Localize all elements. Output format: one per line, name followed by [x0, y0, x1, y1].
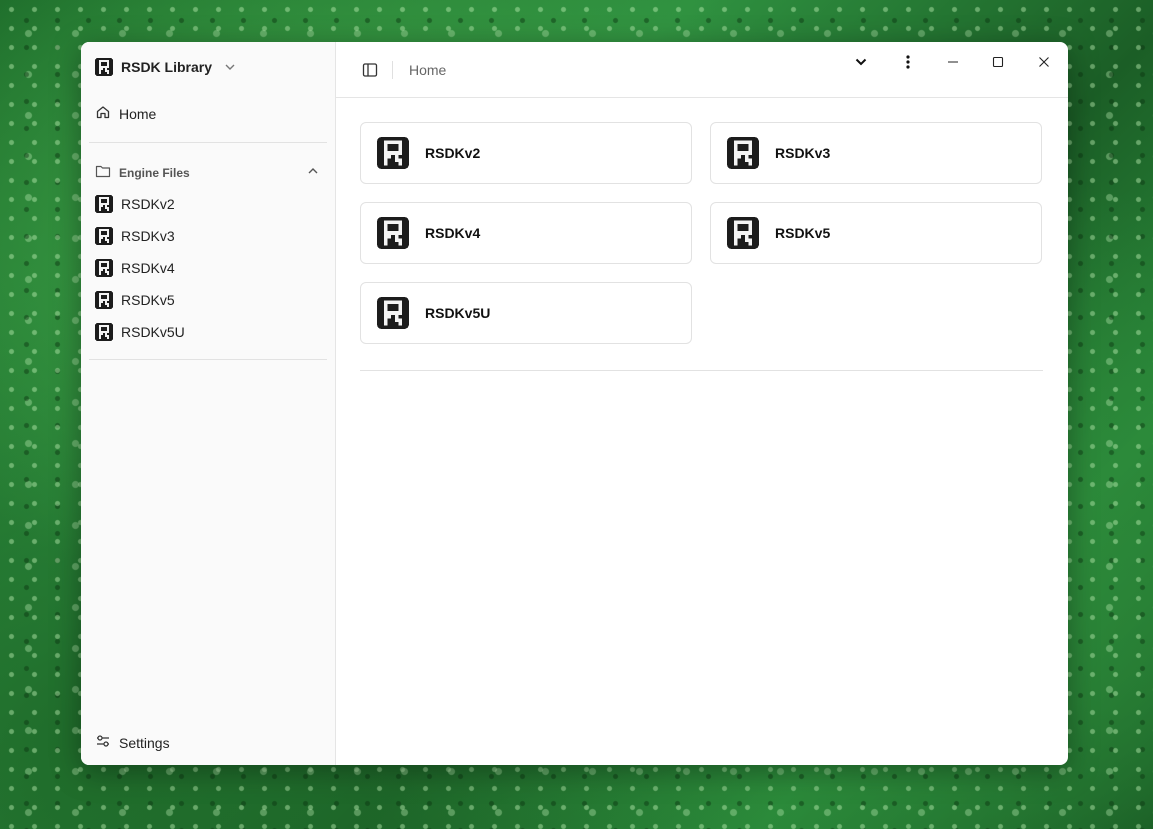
engine-card-rsdkv5[interactable]: RSDKv5: [710, 202, 1042, 264]
close-icon[interactable]: [1034, 52, 1054, 72]
divider: [89, 359, 327, 360]
rsdk-logo-icon: [377, 297, 409, 329]
rsdk-logo-icon: [95, 259, 113, 277]
rsdk-logo-icon: [727, 217, 759, 249]
rsdk-logo-icon: [95, 227, 113, 245]
minimize-icon[interactable]: [943, 52, 963, 72]
breadcrumb: Home: [409, 62, 447, 78]
folder-icon: [95, 164, 111, 181]
sidebar-item-label: Settings: [119, 734, 170, 751]
main-content: Home RSDKv2 RSDKv3 RSDKv4 RSDKv5 RSDKv5U: [336, 42, 1068, 765]
sliders-icon: [95, 733, 111, 752]
sidebar-toggle-icon[interactable]: [362, 62, 378, 83]
rsdk-logo-icon: [377, 217, 409, 249]
card-label: RSDKv5: [775, 225, 831, 241]
rsdk-logo-icon: [727, 137, 759, 169]
engine-card-rsdkv4[interactable]: RSDKv4: [360, 202, 692, 264]
sidebar: RSDK Library Home Engine Files RSDKv2 RS…: [81, 42, 336, 765]
library-switcher[interactable]: RSDK Library: [95, 56, 236, 78]
rsdk-logo-icon: [95, 195, 113, 213]
card-label: RSDKv2: [425, 145, 481, 161]
library-title: RSDK Library: [121, 59, 213, 75]
card-label: RSDKv4: [425, 225, 481, 241]
engine-card-rsdkv5u[interactable]: RSDKv5U: [360, 282, 692, 344]
home-icon: [95, 104, 111, 123]
sidebar-item-rsdkv5u[interactable]: RSDKv5U: [95, 323, 185, 341]
kebab-menu-icon[interactable]: [898, 52, 918, 72]
sidebar-item-settings[interactable]: Settings: [95, 733, 170, 752]
rsdk-logo-icon: [95, 291, 113, 309]
group-label: Engine Files: [119, 165, 190, 180]
chevron-down-icon: [224, 61, 236, 73]
rsdk-logo-icon: [95, 58, 113, 76]
divider: [392, 61, 393, 79]
engine-card-rsdkv2[interactable]: RSDKv2: [360, 122, 692, 184]
top-bar: Home: [336, 42, 1068, 98]
card-label: RSDKv3: [775, 145, 831, 161]
sidebar-item-label: RSDKv5U: [121, 324, 185, 340]
sidebar-item-label: RSDKv2: [121, 196, 175, 212]
sidebar-item-home[interactable]: Home: [95, 104, 156, 123]
chevron-down-icon[interactable]: [851, 52, 871, 72]
sidebar-item-rsdkv4[interactable]: RSDKv4: [95, 259, 175, 277]
sidebar-item-label: RSDKv5: [121, 292, 175, 308]
maximize-icon[interactable]: [988, 52, 1008, 72]
divider: [360, 370, 1043, 371]
sidebar-item-rsdkv5[interactable]: RSDKv5: [95, 291, 175, 309]
rsdk-logo-icon: [95, 323, 113, 341]
sidebar-item-rsdkv2[interactable]: RSDKv2: [95, 195, 175, 213]
rsdk-logo-icon: [377, 137, 409, 169]
chevron-up-icon[interactable]: [307, 165, 319, 177]
sidebar-item-label: RSDKv3: [121, 228, 175, 244]
sidebar-item-label: RSDKv4: [121, 260, 175, 276]
card-label: RSDKv5U: [425, 305, 491, 321]
engine-card-rsdkv3[interactable]: RSDKv3: [710, 122, 1042, 184]
sidebar-item-label: Home: [119, 105, 157, 122]
divider: [89, 142, 327, 143]
sidebar-item-rsdkv3[interactable]: RSDKv3: [95, 227, 175, 245]
engine-files-group: Engine Files: [95, 164, 190, 181]
app-window: RSDK Library Home Engine Files RSDKv2 RS…: [81, 42, 1068, 765]
